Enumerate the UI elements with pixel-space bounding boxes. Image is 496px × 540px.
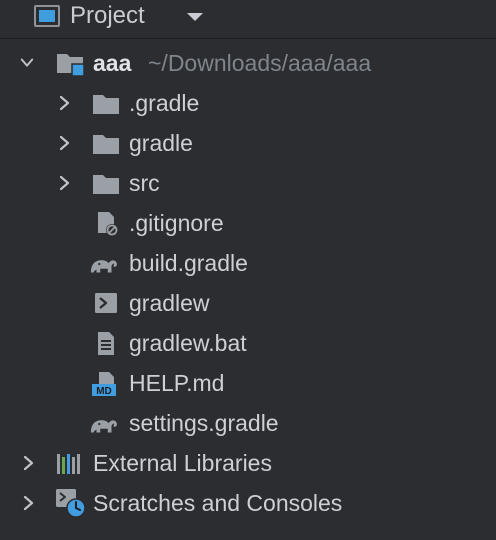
chevron-right-icon[interactable] [57,175,71,191]
tree-row-external-libraries[interactable]: External Libraries [0,443,496,483]
header-divider [0,38,496,39]
tree-row-dot-gradle[interactable]: .gradle [0,83,496,123]
tree-row-gradlew[interactable]: gradlew [0,283,496,323]
project-view-icon[interactable] [34,5,60,27]
tree-row-gradle[interactable]: gradle [0,123,496,163]
tree-item-label: settings.gradle [129,410,279,436]
tree-item-label: .gitignore [129,210,224,236]
tree-row-src[interactable]: src [0,163,496,203]
tree-item-label: .gradle [129,90,200,116]
markdown-file-icon: MD [92,372,116,397]
chevron-right-icon[interactable] [21,455,35,471]
project-tool-window: Project aaa ~/Downloads/aaa/aaa .gradle [0,0,496,540]
ignored-file-icon [98,212,118,236]
tree-item-label: gradle [129,130,193,156]
project-view-title[interactable]: Project [70,1,145,31]
shell-script-icon [95,293,117,313]
tree-row-scratches[interactable]: Scratches and Consoles [0,483,496,523]
tree-row-root[interactable]: aaa ~/Downloads/aaa/aaa [0,43,496,83]
tree-row-settings-gradle[interactable]: settings.gradle [0,403,496,443]
gradle-elephant-icon [90,420,117,433]
folder-icon [93,175,119,194]
tree-item-label: HELP.md [129,370,225,396]
libraries-icon [57,454,80,474]
tree-item-label: External Libraries [93,450,272,476]
root-path: ~/Downloads/aaa/aaa [148,50,372,76]
svg-text:MD: MD [96,386,112,397]
chevron-right-icon[interactable] [57,95,71,111]
tree-row-gitignore[interactable]: .gitignore [0,203,496,243]
chevron-down-icon[interactable] [20,55,34,71]
tree-item-label: build.gradle [129,250,248,276]
tree-row-build-gradle[interactable]: build.gradle [0,243,496,283]
scratches-icon [56,489,86,518]
root-name: aaa [93,50,132,76]
chevron-right-icon[interactable] [21,495,35,511]
project-header: Project [0,0,496,38]
chevron-right-icon[interactable] [57,135,71,151]
tree-row-gradlew-bat[interactable]: gradlew.bat [0,323,496,363]
tree-item-label: Scratches and Consoles [93,490,343,516]
text-file-icon [98,332,114,355]
folder-icon [93,135,119,154]
tree-row-help-md[interactable]: MD HELP.md [0,363,496,403]
tree-item-label: src [129,170,160,196]
tree-item-label: gradlew.bat [129,330,247,356]
chevron-down-icon[interactable] [186,12,204,22]
module-folder-icon [57,54,85,77]
gradle-elephant-icon [90,260,117,273]
folder-icon [93,95,119,114]
tree-item-label: gradlew [129,290,210,316]
